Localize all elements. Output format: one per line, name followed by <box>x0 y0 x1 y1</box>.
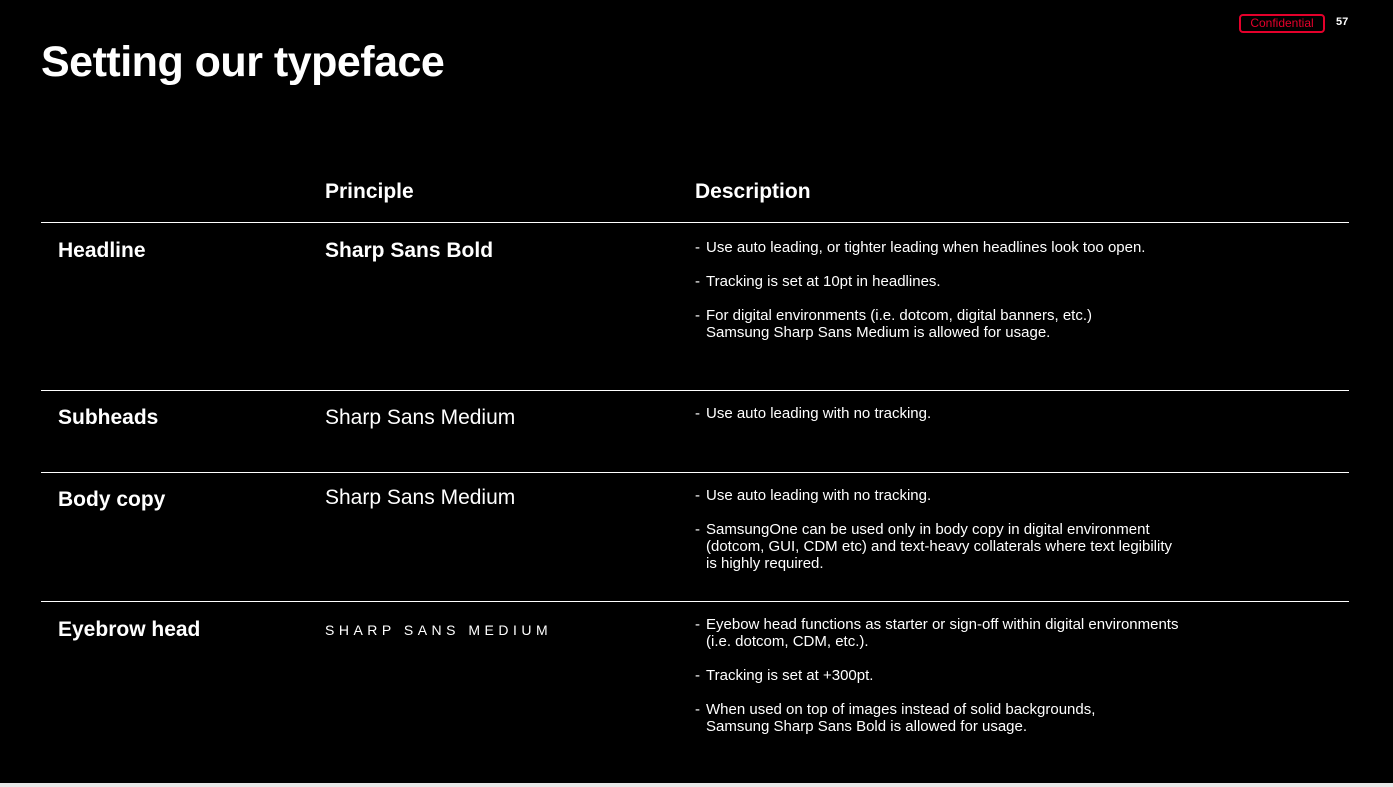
confidential-badge: Confidential <box>1239 14 1325 33</box>
row-description: Use auto leading with no tracking. <box>695 405 931 439</box>
row-principle: Sharp Sans Medium <box>325 486 516 509</box>
description-item: Tracking is set at 10pt in headlines. <box>695 273 1145 290</box>
row-label: Headline <box>58 239 146 262</box>
row-principle: SHARP SANS MEDIUM <box>325 622 553 638</box>
description-item: Use auto leading, or tighter leading whe… <box>695 239 1145 256</box>
table-divider <box>41 601 1349 602</box>
row-principle: Sharp Sans Bold <box>325 239 494 262</box>
slide: Setting our typeface Confidential 57 Pri… <box>0 0 1393 783</box>
table-divider <box>41 222 1349 223</box>
table-divider <box>41 390 1349 391</box>
description-item: When used on top of images instead of so… <box>695 701 1178 735</box>
row-description: Eyebow head functions as starter or sign… <box>695 616 1178 752</box>
row-label: Subheads <box>58 406 159 429</box>
row-principle: Sharp Sans Medium <box>325 406 516 429</box>
description-item: Use auto leading with no tracking. <box>695 487 1172 504</box>
row-description: Use auto leading with no tracking. Samsu… <box>695 487 1172 589</box>
bottom-edge <box>0 783 1393 787</box>
column-header-description: Description <box>695 180 811 203</box>
description-item: For digital environments (i.e. dotcom, d… <box>695 307 1145 341</box>
page-number: 57 <box>1336 16 1349 28</box>
column-header-principle: Principle <box>325 180 414 203</box>
description-item: SamsungOne can be used only in body copy… <box>695 521 1172 572</box>
row-description: Use auto leading, or tighter leading whe… <box>695 239 1145 358</box>
row-label: Eyebrow head <box>58 618 201 641</box>
description-item: Tracking is set at +300pt. <box>695 667 1178 684</box>
page-title: Setting our typeface <box>41 38 445 86</box>
description-item: Use auto leading with no tracking. <box>695 405 931 422</box>
table-divider <box>41 472 1349 473</box>
row-label: Body copy <box>58 488 166 511</box>
description-item: Eyebow head functions as starter or sign… <box>695 616 1178 650</box>
